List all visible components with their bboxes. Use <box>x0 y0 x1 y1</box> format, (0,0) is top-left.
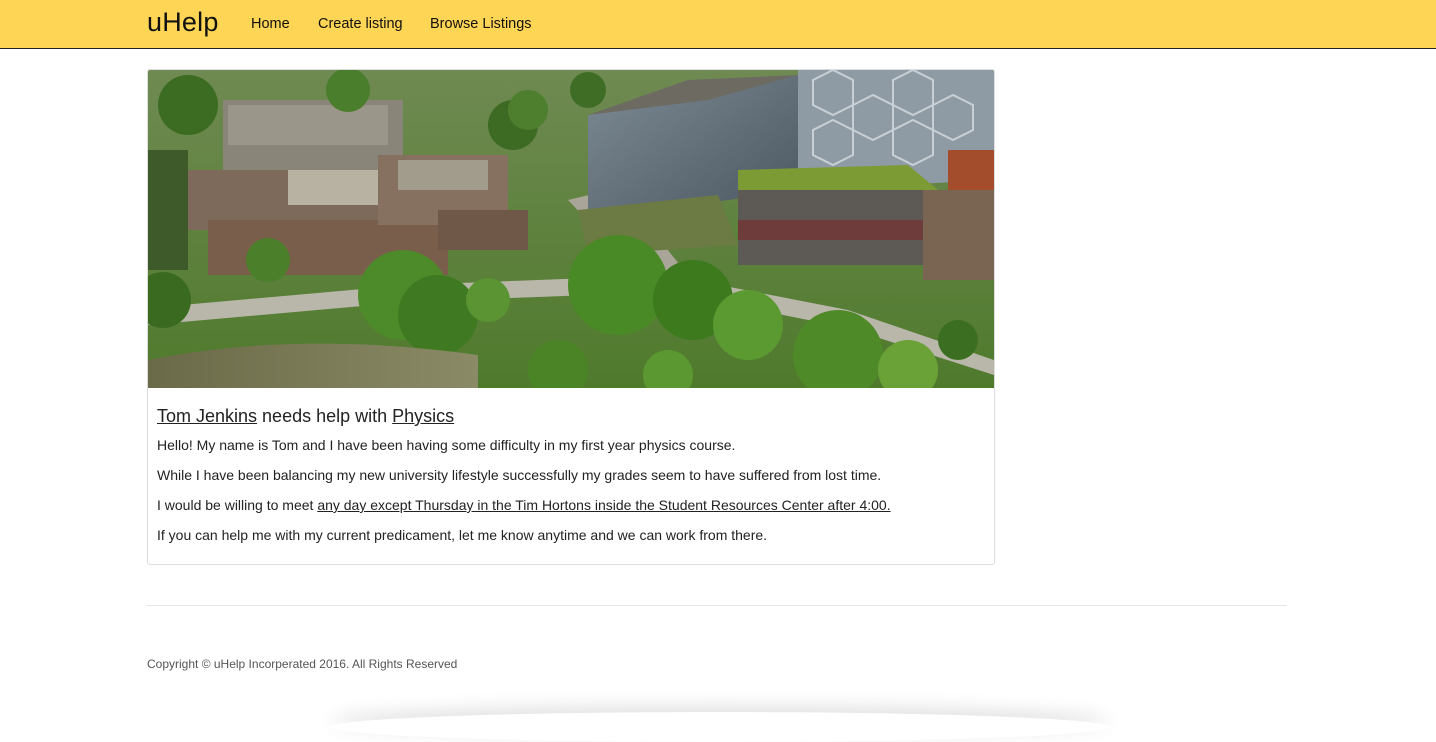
listing-paragraph-2: While I have been balancing my new unive… <box>157 467 882 483</box>
bottom-shadow <box>330 712 1110 742</box>
subject-link[interactable]: Physics <box>392 406 454 426</box>
nav-home[interactable]: Home <box>251 16 290 32</box>
person-link[interactable]: Tom Jenkins <box>157 406 257 426</box>
title-middle-text: needs help with <box>257 406 393 426</box>
top-navbar: uHelp Home Create listing Browse Listing… <box>0 0 1436 49</box>
footer-divider <box>147 605 1287 606</box>
meeting-details-link[interactable]: any day except Thursday in the Tim Horto… <box>317 497 890 513</box>
nav-create-listing[interactable]: Create listing <box>318 16 403 32</box>
meeting-prefix: I would be willing to meet <box>157 497 318 513</box>
listing-title: Tom Jenkins needs help with Physics <box>157 406 454 427</box>
listing-paragraph-3: I would be willing to meet any day excep… <box>157 497 891 513</box>
nav-browse-listings[interactable]: Browse Listings <box>430 16 532 32</box>
campus-aerial-image <box>148 70 994 388</box>
copyright-text: Copyright © uHelp Incorperated 2016. All… <box>147 657 458 671</box>
listing-paragraph-1: Hello! My name is Tom and I have been ha… <box>157 437 736 453</box>
brand-logo[interactable]: uHelp <box>147 7 219 38</box>
listing-card: Tom Jenkins needs help with Physics Hell… <box>147 69 995 565</box>
listing-paragraph-4: If you can help me with my current predi… <box>157 527 768 543</box>
